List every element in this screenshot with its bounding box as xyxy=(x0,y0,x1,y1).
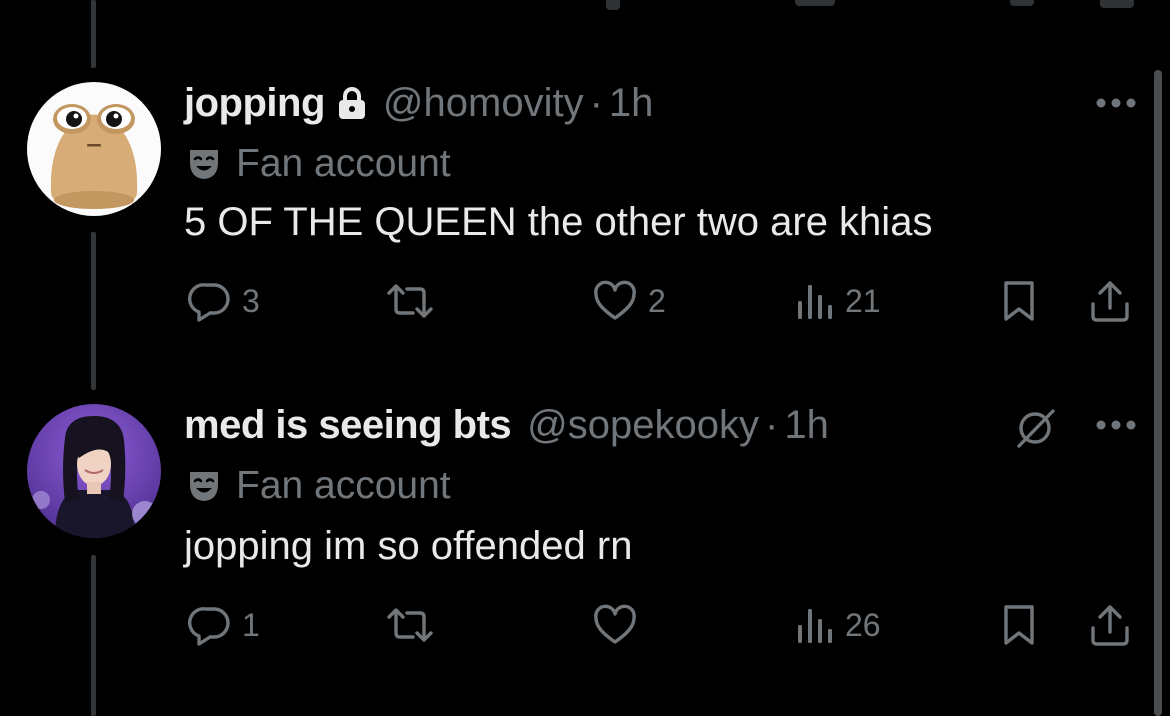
reply-icon xyxy=(188,279,232,323)
pou-avatar-image xyxy=(27,82,161,216)
tweet-header: jopping @homovity · 1h xyxy=(184,78,653,128)
display-name[interactable]: med is seeing bts xyxy=(184,403,512,448)
views-button[interactable]: 26 xyxy=(795,600,881,650)
views-button[interactable]: 21 xyxy=(795,276,881,326)
like-button[interactable]: 2 xyxy=(592,276,666,326)
avatar[interactable] xyxy=(27,404,161,538)
tweet-text: jopping im so offended rn xyxy=(184,524,633,568)
mute-icon[interactable] xyxy=(1013,406,1057,450)
theater-mask-icon xyxy=(186,468,222,504)
retweet-button[interactable] xyxy=(385,276,445,326)
more-icon[interactable] xyxy=(1094,418,1138,432)
separator-dot: · xyxy=(589,80,603,125)
previous-tweet-edge xyxy=(606,0,620,10)
heart-icon xyxy=(592,279,638,323)
view-count: 21 xyxy=(845,282,881,319)
previous-tweet-edge xyxy=(1100,0,1134,8)
reply-button[interactable]: 3 xyxy=(188,276,260,326)
tweet-actions: 3 2 21 xyxy=(0,276,1170,326)
share-button[interactable] xyxy=(1088,276,1132,326)
display-name[interactable]: jopping xyxy=(184,81,325,126)
previous-tweet-edge xyxy=(795,0,835,6)
tweet-text: 5 OF THE QUEEN the other two are khias xyxy=(184,200,933,244)
bookmark-button[interactable] xyxy=(1000,600,1038,650)
handle[interactable]: @homovity xyxy=(383,81,584,126)
share-icon xyxy=(1088,278,1132,324)
more-icon[interactable] xyxy=(1094,96,1138,110)
view-count: 26 xyxy=(845,606,881,643)
timestamp[interactable]: 1h xyxy=(784,403,829,448)
lock-icon xyxy=(337,86,367,120)
tweet-actions: 1 26 xyxy=(0,600,1170,650)
reply-icon xyxy=(188,603,232,647)
theater-mask-icon xyxy=(186,146,222,182)
reply-count: 3 xyxy=(242,282,260,319)
thread-line-top xyxy=(91,0,96,68)
separator-dot: · xyxy=(765,402,779,447)
views-icon xyxy=(795,603,835,647)
reply-button[interactable]: 1 xyxy=(188,600,260,650)
share-icon xyxy=(1088,602,1132,648)
bookmark-icon xyxy=(1000,603,1038,647)
like-count: 2 xyxy=(648,282,666,319)
views-icon xyxy=(795,279,835,323)
reply-count: 1 xyxy=(242,606,260,643)
fan-account-badge: Fan account xyxy=(236,142,451,185)
bookmark-icon xyxy=(1000,279,1038,323)
like-button[interactable] xyxy=(592,600,648,650)
avatar[interactable] xyxy=(27,82,161,216)
share-button[interactable] xyxy=(1088,600,1132,650)
badge-row: Fan account xyxy=(186,141,451,187)
concert-photo-avatar-image xyxy=(27,404,161,538)
previous-tweet-edge xyxy=(1010,0,1034,6)
retweet-button[interactable] xyxy=(385,600,445,650)
handle[interactable]: @sopekooky xyxy=(527,403,759,448)
badge-row: Fan account xyxy=(186,463,451,509)
retweet-icon xyxy=(385,603,435,647)
fan-account-badge: Fan account xyxy=(236,464,451,507)
heart-icon xyxy=(592,603,638,647)
bookmark-button[interactable] xyxy=(1000,276,1038,326)
tweet-header: med is seeing bts @sopekooky · 1h xyxy=(184,400,829,450)
timestamp[interactable]: 1h xyxy=(609,81,654,126)
retweet-icon xyxy=(385,279,435,323)
